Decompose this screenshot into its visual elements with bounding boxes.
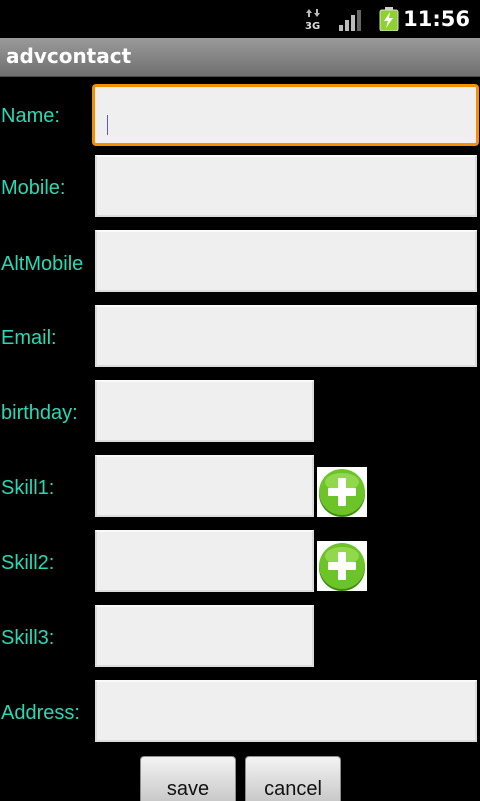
skill1-input[interactable] [95,455,314,517]
altmobile-label: AltMobile [1,253,84,275]
battery-charging-icon [379,7,399,31]
email-label: Email: [1,327,57,349]
add-skill2-button[interactable] [317,541,367,591]
save-button[interactable]: save [140,756,236,801]
address-input[interactable] [95,680,477,742]
skill1-label: Skill1: [1,477,55,499]
plus-circle-icon [319,469,365,517]
plus-circle-icon [319,543,365,591]
mobile-label: Mobile: [1,177,66,199]
address-label: Address: [1,702,80,724]
skill2-input[interactable] [95,530,314,592]
name-label: Name: [1,105,60,127]
email-input[interactable] [95,305,477,367]
birthday-input[interactable] [95,380,314,442]
skill3-label: Skill3: [1,627,55,649]
signal-icon [339,10,361,31]
add-skill1-button[interactable] [317,467,367,517]
mobile-input[interactable] [95,155,477,217]
clock: 11:56 [403,7,470,31]
network-3g-icon: 3G [305,9,320,30]
network-label: 3G [305,21,320,30]
birthday-label: birthday: [1,402,78,424]
app-title: advcontact [6,44,132,68]
status-bar: 3G 11:56 [0,0,480,38]
title-bar: advcontact [0,38,480,77]
text-cursor [107,115,108,135]
skill2-label: Skill2: [1,552,55,574]
name-input[interactable] [92,84,479,146]
altmobile-input[interactable] [95,230,477,292]
skill3-input[interactable] [95,605,314,667]
cancel-button[interactable]: cancel [245,756,341,801]
